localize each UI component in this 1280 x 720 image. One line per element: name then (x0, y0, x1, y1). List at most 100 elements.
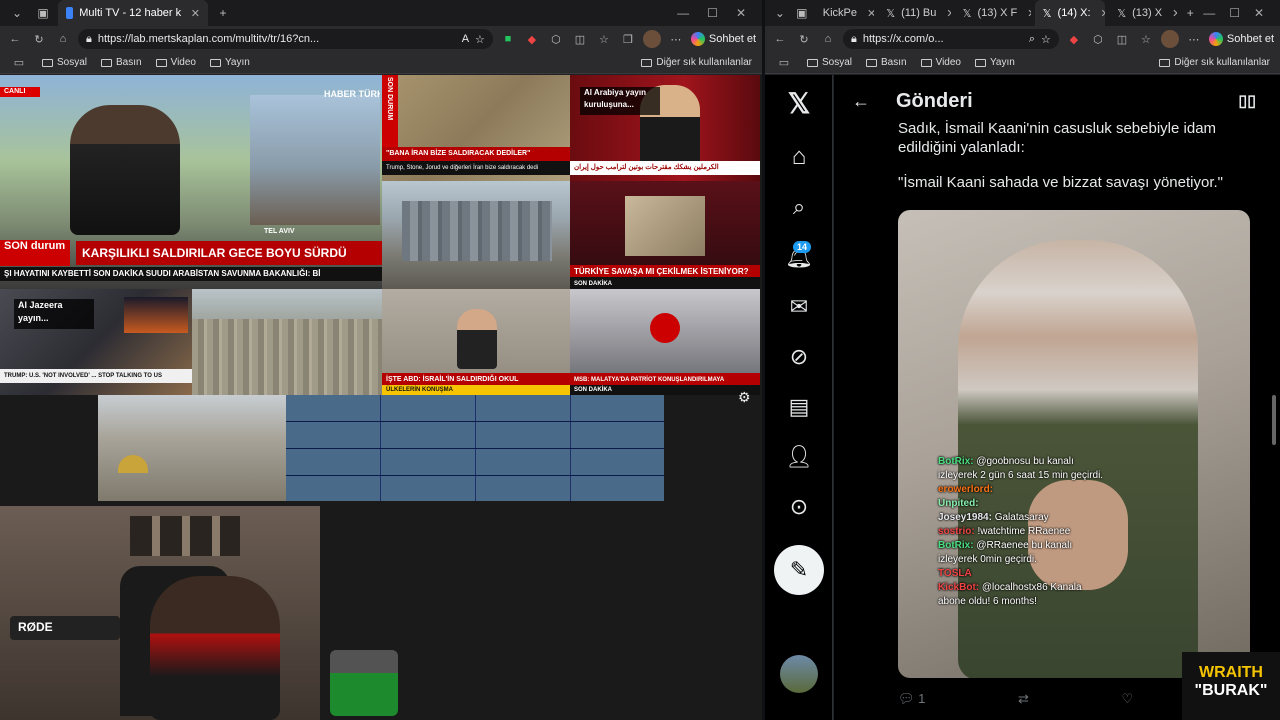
profile-avatar[interactable] (642, 30, 661, 48)
messages-icon[interactable]: ✉ (779, 287, 819, 327)
split-screen-icon[interactable]: ◫ (1113, 30, 1131, 48)
more-icon[interactable]: ⋯ (1185, 30, 1203, 48)
tab-multitv[interactable]: Multi TV - 12 haber kanalını aynı a ✕ (58, 0, 208, 26)
favorites-icon[interactable]: ☆ (1137, 30, 1155, 48)
tab-title: KickPe (822, 7, 858, 19)
tweet-line: Sadık, İsmail Kaani'nin casusluk sebebiy… (898, 120, 1217, 137)
home-icon[interactable]: ⌂ (54, 30, 72, 48)
sidebar-toggle-icon[interactable]: ▭ (10, 54, 28, 72)
home-icon[interactable]: ⌂ (779, 137, 819, 177)
collections-icon[interactable]: ❐ (619, 30, 637, 48)
maximize-icon[interactable]: ☐ (707, 6, 718, 20)
refresh-icon[interactable]: ↻ (795, 30, 813, 48)
maximize-icon[interactable]: ☐ (1229, 6, 1240, 20)
copilot-button[interactable]: Sohbet et (1208, 32, 1274, 46)
bookmark-folder[interactable]: Video (920, 57, 961, 68)
bookmark-folder[interactable]: Sosyal (807, 57, 852, 68)
video-tile-city[interactable] (382, 181, 570, 289)
bookmark-folder[interactable]: Video (155, 57, 196, 68)
bookmark-folder[interactable]: Sosyal (42, 57, 87, 68)
close-window-icon[interactable]: ✕ (736, 6, 746, 20)
repost-icon[interactable]: ⇄ (1018, 691, 1029, 707)
home-icon[interactable]: ⌂ (819, 30, 837, 48)
close-tab-icon[interactable]: ✕ (1027, 7, 1030, 20)
new-tab-icon[interactable]: + (212, 2, 234, 24)
video-tile-al-jazeera[interactable]: Al Jazeera yayın... TRUMP: U.S. 'NOT INV… (0, 289, 192, 395)
favorite-icon[interactable]: ☆ (475, 33, 485, 46)
workspaces-icon[interactable]: ▣ (32, 2, 54, 24)
zoom-icon[interactable]: ⌕ (1029, 33, 1035, 46)
search-icon[interactable]: ⌕ (779, 187, 819, 227)
settings-gear-icon[interactable]: ⚙ (738, 389, 751, 406)
tab-actions-icon[interactable]: ⌄ (6, 2, 28, 24)
account-avatar[interactable] (780, 655, 818, 693)
extension-icon[interactable]: ⬡ (547, 30, 565, 48)
read-aloud-icon[interactable]: A (462, 33, 469, 45)
close-tab-icon[interactable]: ✕ (867, 7, 874, 20)
bookmark-folder[interactable]: Yayın (975, 57, 1015, 68)
back-icon[interactable]: ← (6, 30, 24, 48)
video-tile-al-arabiya[interactable]: Al Arabiya yayın kuruluşuna... الكرملين … (570, 75, 760, 181)
tab-x[interactable]: 𝕏 (13) X ✕ (1109, 0, 1177, 26)
like-icon[interactable]: ♡ (1121, 691, 1133, 707)
profile-icon[interactable]: 👤︎ (779, 437, 819, 477)
video-tile-aerial[interactable] (192, 289, 382, 395)
scrollbar[interactable] (1272, 395, 1276, 445)
tab-kick[interactable]: KickPe ✕ (815, 0, 874, 26)
bookmark-folder[interactable]: Yayın (210, 57, 250, 68)
other-bookmarks[interactable]: Diğer sık kullanılanlar (1159, 57, 1270, 68)
video-tile-studio[interactable]: TÜRKİYE SAVAŞA MI ÇEKİLMEK İSTENİYOR? SO… (570, 181, 760, 289)
other-bookmarks[interactable]: Diğer sık kullanılanlar (641, 57, 752, 68)
address-bar[interactable]: 🔒︎ https://lab.mertskaplan.com/multitv/t… (78, 29, 493, 49)
copilot-button[interactable]: Sohbet et (690, 32, 756, 46)
sidebar-toggle-icon[interactable]: ▭ (775, 54, 793, 72)
close-tab-icon[interactable]: ✕ (946, 7, 950, 20)
minimize-icon[interactable]: — (677, 6, 689, 20)
close-window-icon[interactable]: ✕ (1254, 6, 1264, 20)
tab-x-active[interactable]: 𝕏 (14) X: ✕ (1034, 0, 1106, 26)
profile-avatar[interactable] (1160, 30, 1179, 48)
tab-x[interactable]: 𝕏 (13) X F ✕ (955, 0, 1031, 26)
chat-username: Unpited: (938, 498, 979, 509)
new-tab-icon[interactable]: + (1181, 2, 1199, 24)
extension-icon[interactable]: ⬡ (1089, 30, 1107, 48)
split-screen-icon[interactable]: ◫ (571, 30, 589, 48)
tab-actions-icon[interactable]: ⌄ (771, 2, 789, 24)
bookmark-folder[interactable]: Basın (866, 57, 907, 68)
video-tile-haberturk[interactable]: CANLI HABER TÜRK TEL AVIV SON durum KARŞ… (0, 75, 382, 289)
extension-icon[interactable]: ■ (499, 30, 517, 48)
video-tile-son-durum[interactable]: SON DURUM "BANA İRAN BİZE SALDIRACAK DED… (382, 75, 570, 181)
reply-button[interactable]: 💬︎ 1 (898, 691, 925, 707)
favorite-icon[interactable]: ☆ (1041, 33, 1051, 46)
close-tab-icon[interactable]: ✕ (1101, 7, 1106, 20)
video-tile-old-city[interactable] (98, 395, 286, 501)
video-tile-reporter[interactable]: İŞTE ABD: İSRAİL'İN SALDIRDIĞI OKUL ÜLKE… (382, 289, 570, 395)
close-tab-icon[interactable]: ✕ (1172, 7, 1177, 20)
back-icon[interactable]: ← (771, 30, 789, 48)
more-icon[interactable]: ⊙ (779, 487, 819, 527)
reporter-figure (70, 105, 180, 235)
copilot-icon (1208, 32, 1223, 46)
extension-icon[interactable]: ◆ (1065, 30, 1083, 48)
address-bar[interactable]: 🔒︎ https://x.com/o... ⌕ ☆ (843, 29, 1059, 49)
refresh-icon[interactable]: ↻ (30, 30, 48, 48)
chat-message: BotRix: @RRaenee bu kanalı izleyerek 0mi… (938, 539, 1108, 567)
close-tab-icon[interactable]: ✕ (191, 7, 200, 20)
extension-icon[interactable]: ◆ (523, 30, 541, 48)
video-tile-studio-set[interactable]: MSB: MALATYA'DA PATRİOT KONUŞLANDIRILMAY… (570, 289, 760, 395)
post-compose-button[interactable]: ✎ (774, 545, 824, 595)
back-arrow-icon[interactable]: ← (852, 91, 870, 112)
grok-icon[interactable]: ⊘ (779, 337, 819, 377)
more-icon[interactable]: ⋯ (667, 30, 685, 48)
workspaces-icon[interactable]: ▣ (793, 2, 811, 24)
lists-icon[interactable]: ▤ (779, 387, 819, 427)
bookmark-folder[interactable]: Basın (101, 57, 142, 68)
video-tile-multi-cam[interactable] (286, 395, 664, 501)
notice-caption: Al Jazeera yayın... (14, 299, 94, 329)
minimize-icon[interactable]: — (1203, 6, 1215, 20)
reader-view-icon[interactable]: ▯▯ (1238, 91, 1256, 111)
favorites-icon[interactable]: ☆ (595, 30, 613, 48)
tab-x[interactable]: 𝕏 (11) Bu ✕ (878, 0, 950, 26)
ticker: SON DAKİKA (570, 385, 760, 395)
x-logo-icon[interactable]: 𝕏 (779, 83, 819, 123)
